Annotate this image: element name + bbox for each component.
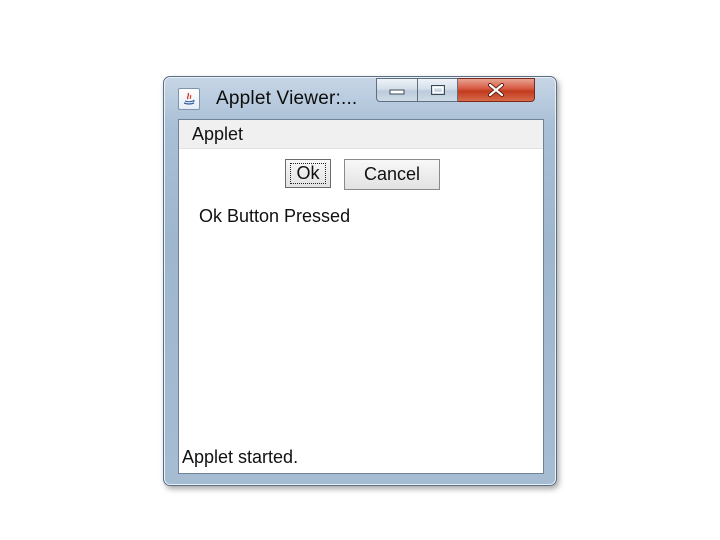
close-button[interactable] (458, 78, 535, 102)
desktop-background: Applet Viewer:... Applet Ok Cancel Ok Bu… (0, 0, 720, 540)
status-message: Ok Button Pressed (199, 206, 351, 226)
cancel-button[interactable]: Cancel (344, 159, 440, 190)
maximize-icon (430, 85, 445, 95)
status-bar-text: Applet started. (182, 447, 299, 467)
applet-menu-bar: Applet (179, 120, 543, 149)
applet-viewer-window: Applet Viewer:... Applet Ok Cancel Ok Bu… (163, 76, 557, 486)
minimize-icon (389, 89, 405, 95)
caption-buttons (376, 78, 535, 104)
ok-button[interactable]: Ok (285, 159, 331, 188)
maximize-button[interactable] (418, 78, 458, 102)
minimize-button[interactable] (376, 78, 418, 102)
applet-menu[interactable]: Applet (192, 124, 243, 145)
close-icon (488, 83, 504, 97)
java-icon[interactable] (178, 88, 200, 110)
title-bar[interactable]: Applet Viewer:... (164, 77, 556, 115)
window-title: Applet Viewer:... (216, 88, 358, 109)
applet-client-area: Applet Ok Cancel Ok Button Pressed Apple… (178, 119, 544, 474)
ok-button-label: Ok (296, 163, 320, 183)
